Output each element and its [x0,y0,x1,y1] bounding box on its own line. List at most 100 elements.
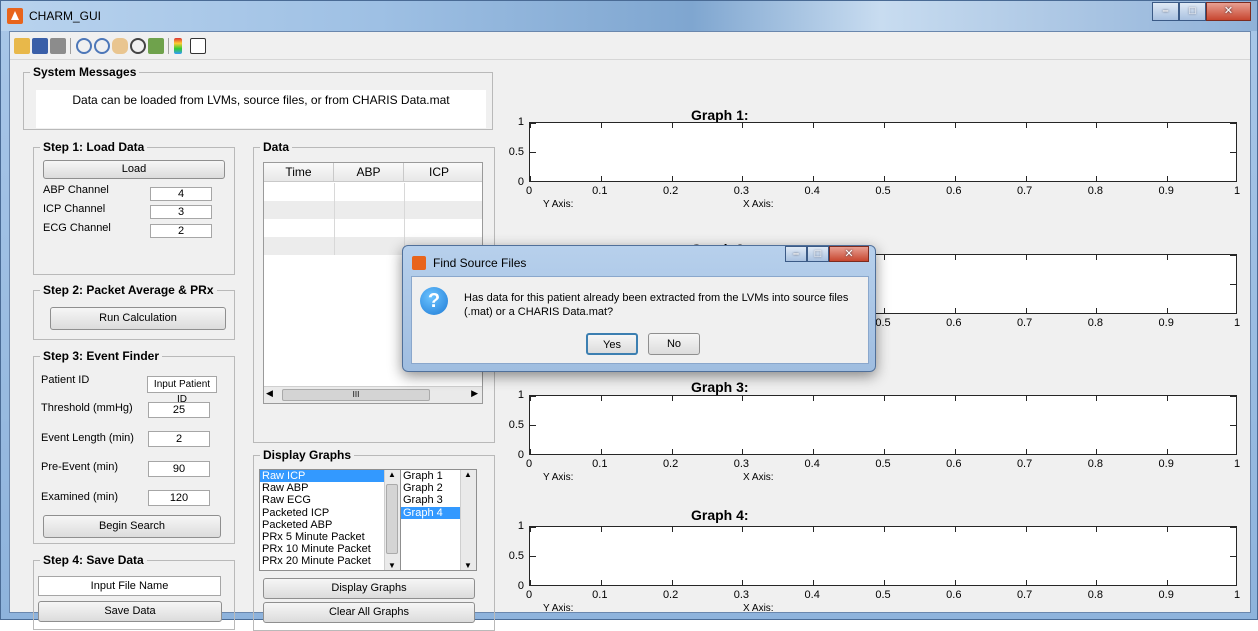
minimize-button[interactable]: – [1152,2,1179,21]
file-name-field[interactable]: Input File Name [38,576,221,596]
x-tick-label: 1 [1233,458,1241,470]
y-tick-label: 0.5 [508,419,524,431]
table-header: Time ABP ICP [264,163,482,182]
yes-button[interactable]: Yes [586,333,638,355]
dialog-minimize-button[interactable]: – [785,246,807,262]
graph-listbox-scrollbar[interactable]: ▲ ▼ [460,470,476,570]
title-bar[interactable]: CHARM_GUI – □ ✕ [1,1,1257,31]
x-tick-label: 0.5 [875,185,891,197]
dialog-close-button[interactable]: ✕ [829,246,869,262]
x-tick-label: 0.8 [1087,589,1104,601]
rotate-icon[interactable] [130,38,146,54]
threshold-field[interactable]: 25 [148,402,210,418]
legend-icon[interactable] [190,38,206,54]
examined-field[interactable]: 120 [148,490,210,506]
step1-title: Step 1: Load Data [40,140,148,154]
x-tick-label: 0.6 [946,458,962,470]
y-tick-label: 1 [517,389,524,401]
table-row[interactable] [264,219,482,237]
no-button[interactable]: No [648,333,700,355]
x-tick-label: 0.1 [592,589,608,601]
maximize-button[interactable]: □ [1179,2,1206,21]
display-graphs-title: Display Graphs [260,448,355,462]
icp-channel-field[interactable]: 3 [150,205,212,219]
x-tick-label: 0 [525,458,533,470]
begin-search-button[interactable]: Begin Search [43,515,221,538]
graph-axes[interactable] [529,395,1237,455]
x-tick-label: 0.3 [733,589,750,601]
column-header-abp[interactable]: ABP [334,163,404,181]
patient-id-label: Patient ID [41,374,90,386]
x-tick-label: 0.5 [875,458,891,470]
x-tick-label: 0.6 [946,589,962,601]
signal-listbox[interactable]: Raw ICP Raw ABP Raw ECG Packeted ICP Pac… [259,469,401,571]
save-data-button[interactable]: Save Data [38,601,222,622]
pre-event-label: Pre-Event (min) [41,461,119,473]
y-tick-label: 0.5 [508,146,524,158]
x-axis-label: X Axis: [743,199,774,210]
y-axis-label: Y Axis: [543,472,574,483]
patient-id-field[interactable]: Input Patient ID [147,376,217,405]
graph-axes[interactable] [529,122,1237,182]
list-item[interactable]: Packeted ICP [260,507,400,519]
graph-axes[interactable] [529,526,1237,586]
list-item[interactable]: Raw ECG [260,494,400,506]
column-header-icp[interactable]: ICP [404,163,474,181]
dialog-maximize-button[interactable]: □ [807,246,829,262]
table-row[interactable] [264,201,482,219]
list-item[interactable]: Raw ICP [260,470,400,483]
y-axis-label: Y Axis: [543,603,574,614]
ecg-channel-label: ECG Channel [43,222,111,234]
signal-listbox-scrollbar[interactable]: ▲ ▼ [384,470,400,570]
examined-label: Examined (min) [41,491,119,503]
list-item[interactable]: PRx 20 Minute Packet [260,555,400,567]
system-messages-title: System Messages [30,65,140,79]
threshold-label: Threshold (mmHg) [41,402,133,414]
zoom-in-icon[interactable] [76,38,92,54]
list-item[interactable]: PRx 10 Minute Packet [260,543,400,555]
table-row[interactable] [264,183,482,201]
dialog-body: ? Has data for this patient already been… [411,276,869,364]
y-tick-label: 0.5 [508,550,524,562]
ecg-channel-field[interactable]: 2 [150,224,212,238]
print-icon[interactable] [50,38,66,54]
scroll-thumb[interactable]: III [282,389,430,401]
display-graphs-button[interactable]: Display Graphs [263,578,475,599]
x-tick-label: 1 [1233,317,1241,329]
x-tick-label: 0 [525,589,533,601]
zoom-out-icon[interactable] [94,38,110,54]
save-icon[interactable] [32,38,48,54]
pan-icon[interactable] [112,38,128,54]
abp-channel-field[interactable]: 4 [150,187,212,201]
x-tick-label: 0.8 [1087,185,1104,197]
list-item[interactable]: Graph 4 [401,506,461,519]
pre-event-field[interactable]: 90 [148,461,210,477]
x-tick-label: 0.4 [804,458,820,470]
step2-title: Step 2: Packet Average & PRx [40,283,217,297]
y-tick-label: 1 [517,520,524,532]
column-header-time[interactable]: Time [264,163,334,181]
event-length-field[interactable]: 2 [148,431,210,447]
table-horizontal-scrollbar[interactable]: ◀ III ▶ [264,386,482,403]
find-source-files-dialog[interactable]: Find Source Files – □ ✕ ? Has data for t… [402,245,876,372]
load-button[interactable]: Load [43,160,225,179]
icp-channel-label: ICP Channel [43,203,106,215]
dialog-message: Has data for this patient already been e… [464,292,849,318]
list-item[interactable]: PRx 5 Minute Packet [260,531,400,543]
list-item[interactable]: Packeted ABP [260,519,400,531]
x-tick-label: 0.9 [1158,458,1174,470]
close-button[interactable]: ✕ [1206,2,1251,21]
matlab-icon [7,8,23,24]
x-tick-label: 0.2 [662,185,679,197]
window-title: CHARM_GUI [29,9,102,23]
abp-channel-label: ABP Channel [43,184,109,196]
graph-listbox[interactable]: Graph 1 Graph 2 Graph 3 Graph 4 ▲ ▼ [400,469,477,571]
colorbar-icon[interactable] [174,38,182,54]
open-icon[interactable] [14,38,30,54]
data-cursor-icon[interactable] [148,38,164,54]
x-tick-label: 0 [525,185,533,197]
list-item[interactable]: Raw ABP [260,482,400,494]
x-tick-label: 0.2 [662,589,679,601]
run-calculation-button[interactable]: Run Calculation [50,307,226,330]
app-window: CHARM_GUI – □ ✕ System Messages Data can… [0,0,1258,631]
